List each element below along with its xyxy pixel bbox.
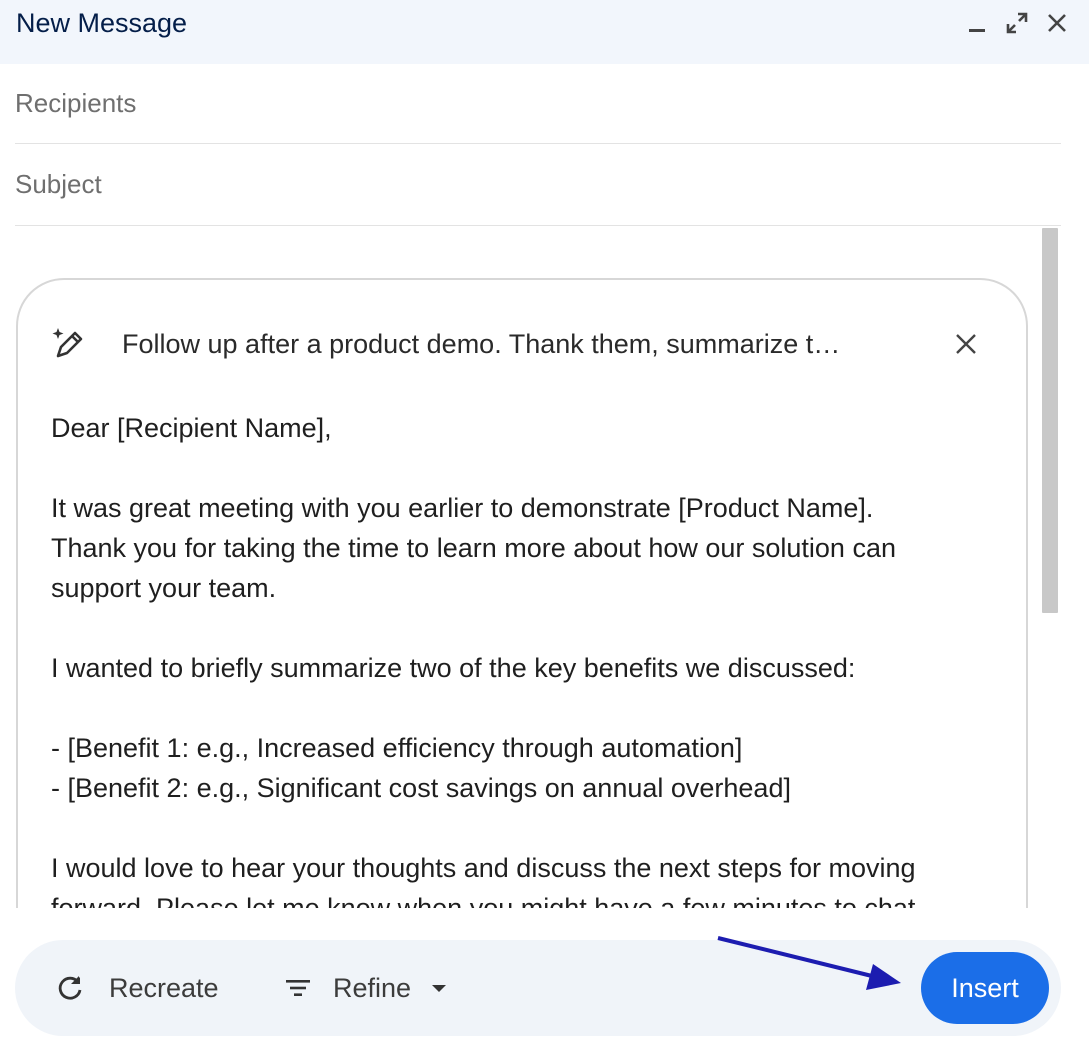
draft-bullet: - [Benefit 1: e.g., Increased efficiency… bbox=[51, 733, 743, 763]
minimize-button[interactable] bbox=[961, 7, 993, 39]
subject-field[interactable]: Subject bbox=[15, 144, 1061, 226]
ai-prompt-row: Follow up after a product demo. Thank th… bbox=[48, 322, 998, 366]
draft-line: I wanted to briefly summarize two of the… bbox=[51, 653, 856, 683]
ai-prompt-text: Follow up after a product demo. Thank th… bbox=[122, 328, 841, 359]
expand-button[interactable] bbox=[1001, 7, 1033, 39]
close-window-button[interactable] bbox=[1041, 7, 1073, 39]
scrollbar-thumb[interactable] bbox=[1042, 228, 1058, 613]
minimize-icon bbox=[969, 29, 985, 32]
window-controls bbox=[961, 7, 1073, 39]
recipients-field[interactable]: Recipients bbox=[15, 64, 1061, 144]
recreate-label: Recreate bbox=[109, 972, 219, 1003]
window-title: New Message bbox=[16, 7, 188, 38]
draft-line: support your team. bbox=[51, 573, 277, 603]
refine-button[interactable]: Refine bbox=[283, 964, 449, 1012]
ai-action-bar: Recreate Refine Insert bbox=[15, 940, 1061, 1036]
ai-draft-body: Dear [Recipient Name], It was great meet… bbox=[51, 408, 991, 908]
draft-bullet: - [Benefit 2: e.g., Significant cost sav… bbox=[51, 773, 791, 803]
subject-placeholder: Subject bbox=[15, 169, 102, 199]
recipients-placeholder: Recipients bbox=[15, 88, 137, 118]
expand-icon bbox=[1006, 12, 1028, 34]
close-prompt-button[interactable] bbox=[950, 328, 982, 360]
compose-header: New Message bbox=[0, 0, 1089, 64]
draft-line: I would love to hear your thoughts and d… bbox=[51, 853, 916, 883]
draft-line: It was great meeting with you earlier to… bbox=[51, 493, 874, 523]
insert-button[interactable]: Insert bbox=[921, 952, 1049, 1024]
caret-down-icon[interactable] bbox=[429, 978, 449, 998]
close-icon bbox=[956, 334, 976, 354]
compose-body-scroll[interactable]: Follow up after a product demo. Thank th… bbox=[15, 226, 1061, 908]
recreate-button[interactable]: Recreate bbox=[55, 964, 219, 1012]
filter-lines-icon bbox=[286, 980, 310, 996]
draft-line: forward. Please let me know when you mig… bbox=[51, 893, 923, 908]
close-icon bbox=[1048, 14, 1066, 32]
draft-line: Thank you for taking the time to learn m… bbox=[51, 533, 896, 563]
compose-window: New Message Recipients Subject Follow up… bbox=[0, 0, 1089, 1057]
refresh-icon bbox=[58, 976, 82, 1000]
pen-sparkle-icon bbox=[48, 324, 88, 364]
ai-draft-card: Follow up after a product demo. Thank th… bbox=[16, 278, 1028, 908]
refine-label: Refine bbox=[333, 972, 412, 1003]
draft-greeting: Dear [Recipient Name], bbox=[51, 413, 332, 443]
